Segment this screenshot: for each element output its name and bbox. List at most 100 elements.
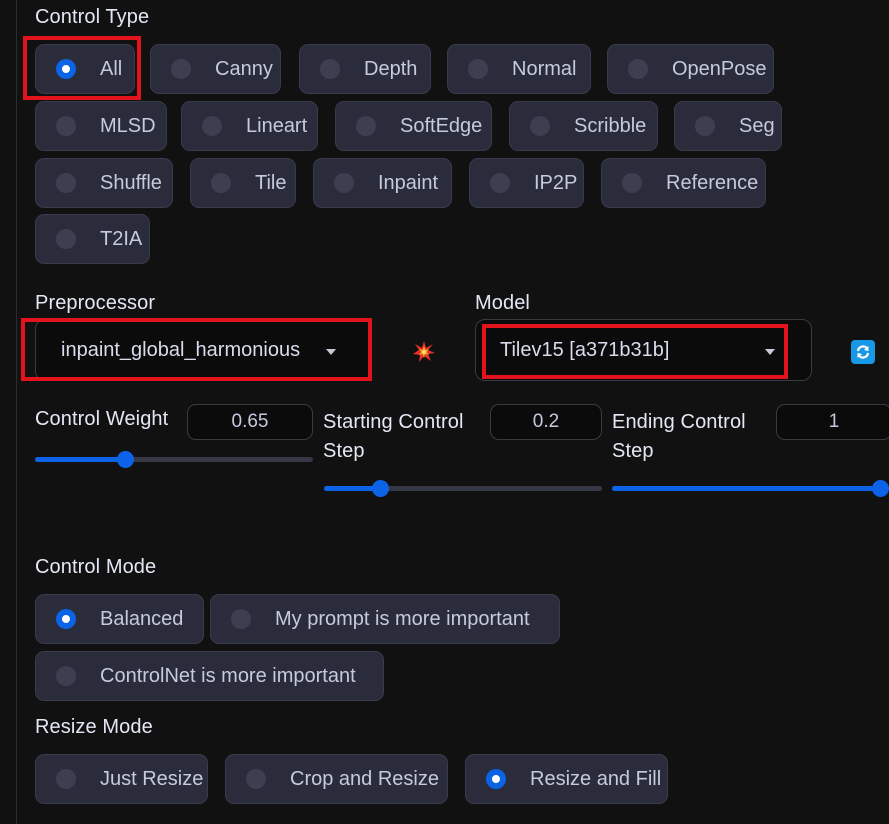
control-type-option-ip2p[interactable]: IP2P xyxy=(469,158,584,208)
radio-label: Tile xyxy=(255,171,287,194)
radio-label: Reference xyxy=(666,171,759,194)
control-type-option-reference[interactable]: Reference xyxy=(601,158,766,208)
radio-unchecked-icon[interactable] xyxy=(171,59,191,79)
radio-unchecked-icon[interactable] xyxy=(231,609,251,629)
radio-label: MLSD xyxy=(100,114,156,137)
radio-label: All xyxy=(100,57,123,80)
model-dropdown[interactable]: Tilev15 [a371b31b] xyxy=(475,319,812,381)
chevron-down-icon xyxy=(326,349,336,355)
control-weight-slider[interactable] xyxy=(35,451,313,468)
radio-unchecked-icon[interactable] xyxy=(56,229,76,249)
control-type-option-depth[interactable]: Depth xyxy=(299,44,431,94)
radio-label: Lineart xyxy=(246,114,308,137)
model-label: Model xyxy=(475,292,530,314)
control-type-option-normal[interactable]: Normal xyxy=(447,44,591,94)
radio-label: Balanced xyxy=(100,607,184,630)
radio-unchecked-icon[interactable] xyxy=(356,116,376,136)
radio-label: Crop and Resize xyxy=(290,767,439,790)
starting-step-input[interactable]: 0.2 xyxy=(490,404,602,440)
control-type-option-canny[interactable]: Canny xyxy=(150,44,281,94)
control-type-option-openpose[interactable]: OpenPose xyxy=(607,44,774,94)
slider-fill xyxy=(612,486,880,491)
radio-unchecked-icon[interactable] xyxy=(628,59,648,79)
radio-checked-icon[interactable] xyxy=(56,609,76,629)
preprocessor-label: Preprocessor xyxy=(35,292,156,314)
radio-label: IP2P xyxy=(534,171,578,194)
slider-thumb[interactable] xyxy=(117,451,135,468)
radio-checked-icon[interactable] xyxy=(486,769,506,789)
radio-label: Shuffle xyxy=(100,171,162,194)
control-type-option-tile[interactable]: Tile xyxy=(190,158,296,208)
radio-label: Inpaint xyxy=(378,171,439,194)
radio-unchecked-icon[interactable] xyxy=(202,116,222,136)
ending-step-slider[interactable] xyxy=(612,480,889,497)
radio-unchecked-icon[interactable] xyxy=(490,173,510,193)
starting-step-slider[interactable] xyxy=(324,480,602,497)
radio-unchecked-icon[interactable] xyxy=(56,666,76,686)
ending-step-input[interactable]: 1 xyxy=(776,404,889,440)
radio-label: OpenPose xyxy=(672,57,767,80)
resize-mode-option-just-resize[interactable]: Just Resize xyxy=(35,754,208,804)
control-mode-option-controlnet-is-more-important[interactable]: ControlNet is more important xyxy=(35,651,384,701)
ending-step-label: Ending Control Step xyxy=(612,408,746,466)
slider-thumb[interactable] xyxy=(371,480,389,497)
ending-step-label-line2: Step xyxy=(612,440,654,462)
radio-unchecked-icon[interactable] xyxy=(56,769,76,789)
starting-step-label-line2: Step xyxy=(323,440,365,462)
control-type-option-t2ia[interactable]: T2IA xyxy=(35,214,150,264)
radio-unchecked-icon[interactable] xyxy=(468,59,488,79)
control-type-option-lineart[interactable]: Lineart xyxy=(181,101,318,151)
control-type-option-inpaint[interactable]: Inpaint xyxy=(313,158,452,208)
chevron-down-icon xyxy=(765,349,775,355)
radio-unchecked-icon[interactable] xyxy=(211,173,231,193)
radio-label: T2IA xyxy=(100,227,143,250)
radio-unchecked-icon[interactable] xyxy=(56,116,76,136)
radio-label: Depth xyxy=(364,57,418,80)
radio-label: Canny xyxy=(215,57,273,80)
slider-thumb[interactable] xyxy=(872,480,889,497)
radio-unchecked-icon[interactable] xyxy=(246,769,266,789)
radio-label: Scribble xyxy=(574,114,647,137)
control-type-option-softedge[interactable]: SoftEdge xyxy=(335,101,492,151)
control-type-option-mlsd[interactable]: MLSD xyxy=(35,101,167,151)
control-type-option-shuffle[interactable]: Shuffle xyxy=(35,158,173,208)
panel-border xyxy=(16,0,17,824)
control-weight-label: Control Weight xyxy=(35,408,169,430)
control-mode-option-my-prompt-is-more-important[interactable]: My prompt is more important xyxy=(210,594,560,644)
radio-label: My prompt is more important xyxy=(275,607,530,630)
resize-mode-option-resize-and-fill[interactable]: Resize and Fill xyxy=(465,754,668,804)
radio-unchecked-icon[interactable] xyxy=(334,173,354,193)
ending-step-value: 1 xyxy=(828,411,840,432)
radio-unchecked-icon[interactable] xyxy=(56,173,76,193)
radio-unchecked-icon[interactable] xyxy=(695,116,715,136)
radio-label: Resize and Fill xyxy=(530,767,662,790)
control-type-label: Control Type xyxy=(35,6,150,28)
control-weight-value: 0.65 xyxy=(231,411,269,432)
control-type-option-scribble[interactable]: Scribble xyxy=(509,101,658,151)
preprocessor-value: inpaint_global_harmonious xyxy=(61,338,301,361)
radio-label: ControlNet is more important xyxy=(100,664,356,687)
radio-unchecked-icon[interactable] xyxy=(320,59,340,79)
collision-icon[interactable] xyxy=(412,340,436,364)
slider-fill xyxy=(35,457,126,462)
radio-label: Just Resize xyxy=(100,767,204,790)
control-mode-label: Control Mode xyxy=(35,556,157,578)
radio-unchecked-icon[interactable] xyxy=(622,173,642,193)
resize-mode-label: Resize Mode xyxy=(35,716,153,738)
refresh-icon[interactable] xyxy=(851,340,875,364)
control-mode-option-balanced[interactable]: Balanced xyxy=(35,594,204,644)
radio-label: Seg xyxy=(739,114,775,137)
starting-step-label: Starting Control Step xyxy=(323,408,464,466)
preprocessor-dropdown[interactable]: inpaint_global_harmonious xyxy=(35,319,372,381)
model-value: Tilev15 [a371b31b] xyxy=(500,338,670,361)
control-weight-input[interactable]: 0.65 xyxy=(187,404,313,440)
radio-unchecked-icon[interactable] xyxy=(530,116,550,136)
starting-step-label-line1: Starting Control xyxy=(323,411,464,433)
resize-mode-option-crop-and-resize[interactable]: Crop and Resize xyxy=(225,754,448,804)
radio-checked-icon[interactable] xyxy=(56,59,76,79)
starting-step-value: 0.2 xyxy=(532,411,560,432)
radio-label: Normal xyxy=(512,57,577,80)
ending-step-label-line1: Ending Control xyxy=(612,411,746,433)
control-type-option-all[interactable]: All xyxy=(35,44,135,94)
control-type-option-seg[interactable]: Seg xyxy=(674,101,782,151)
